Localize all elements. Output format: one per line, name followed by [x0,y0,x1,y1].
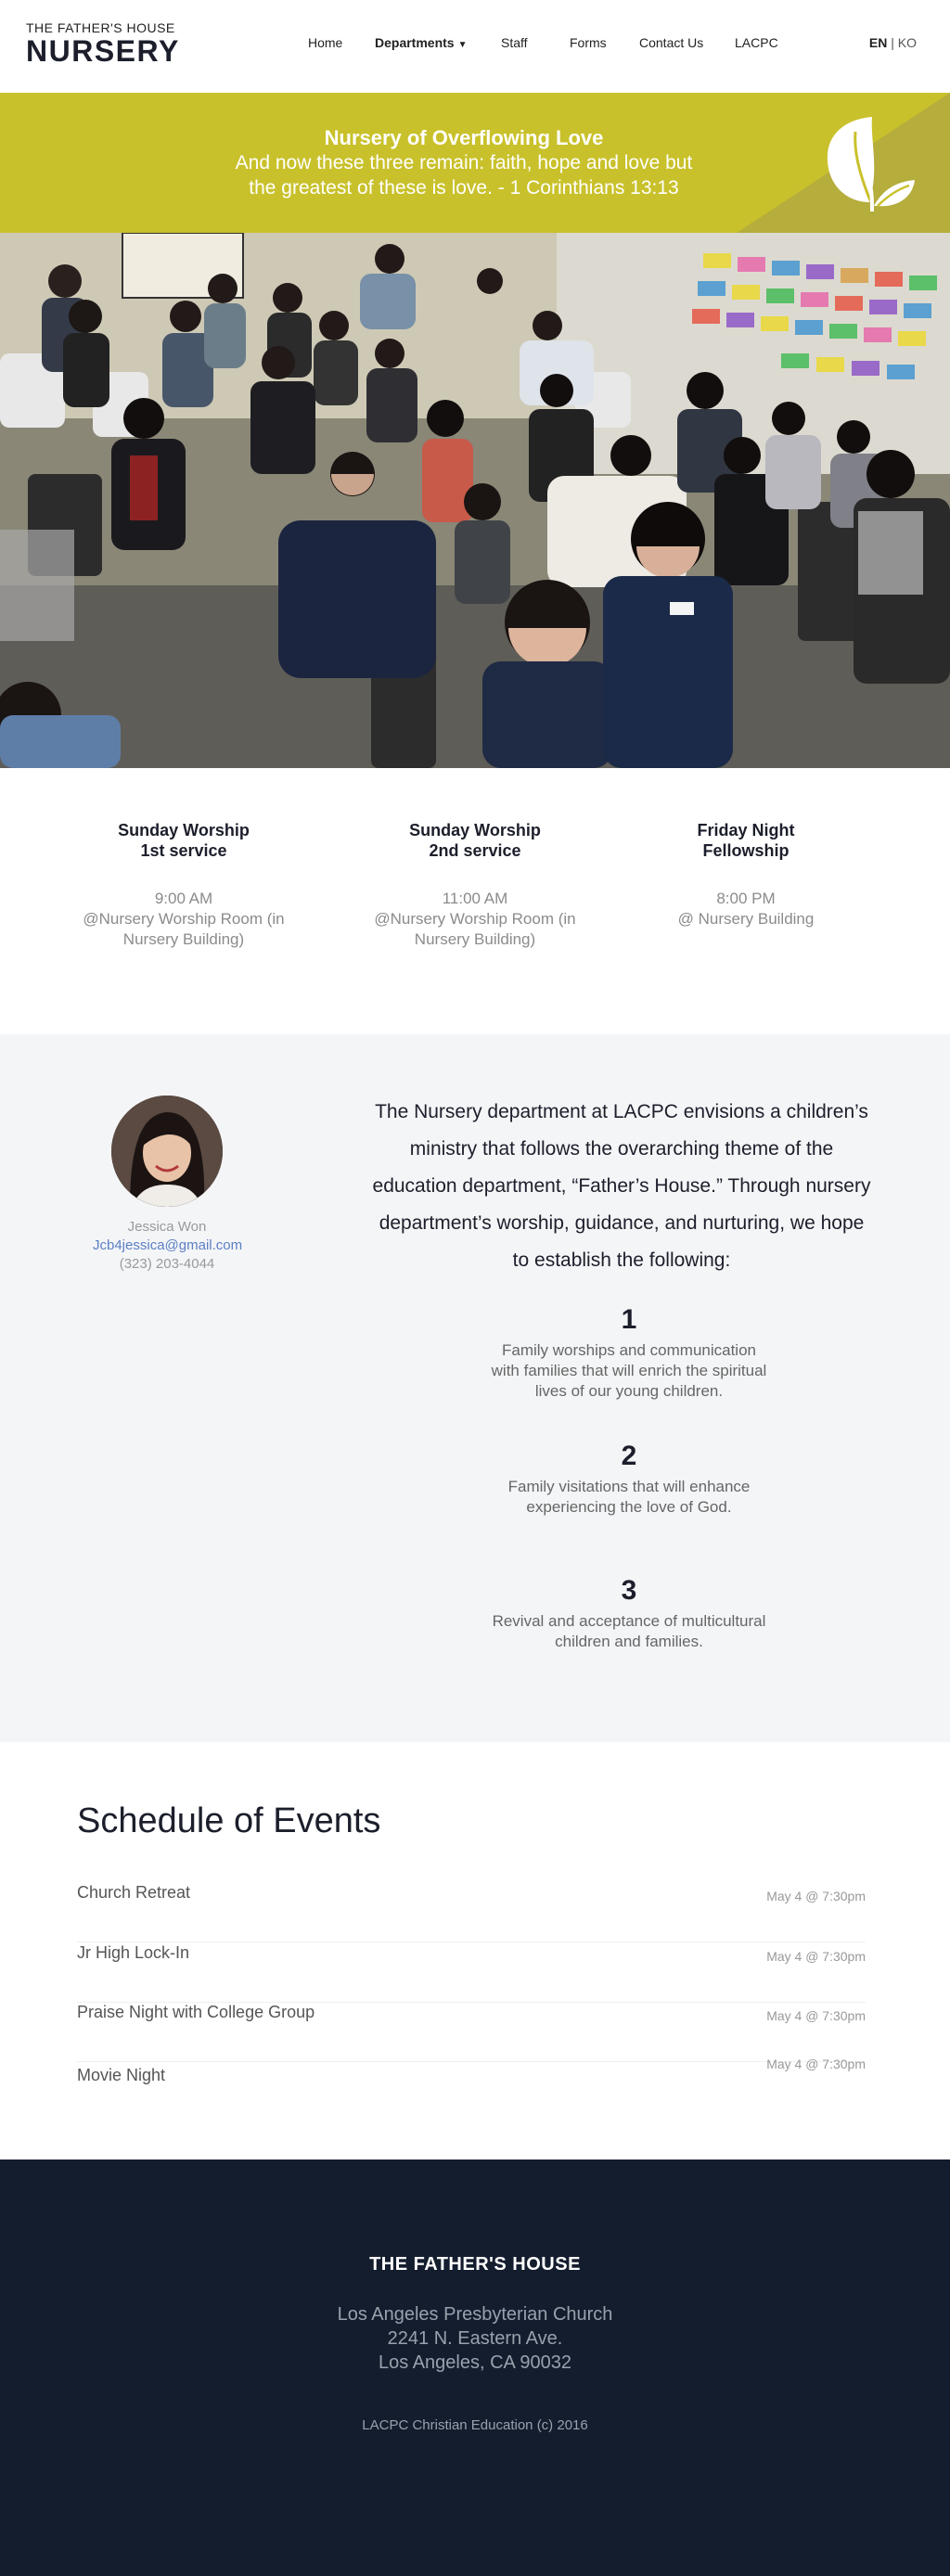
hero-banner: Nursery of Overflowing Love And now thes… [0,93,950,233]
vision-intro-line: department’s worship, guidance, and nurt… [379,1212,865,1234]
service-location: @ Nursery Building [677,910,815,928]
vision-point-line: lives of our young children. [534,1382,724,1400]
vision-point: 3 Revival and acceptance of multicultura… [464,1574,794,1652]
vision-point-text: Family worships and communication with f… [464,1340,794,1402]
vision-intro-line: ministry that follows the overarching th… [409,1138,834,1160]
staff-phone: (323) 203-4044 [119,1256,215,1272]
footer-address-line: 2241 N. Eastern Ave. [387,2328,563,2349]
service-subtitle: 2nd service [429,841,521,860]
vision-point-line: Family worships and communication [502,1341,756,1359]
service-title: Sunday Worship [409,821,541,839]
avatar-photo [111,1096,223,1207]
service-location: @Nursery Worship Room (in [374,910,576,928]
vision-point-line: Family visitations that will enhance [507,1478,751,1495]
footer-title: THE FATHER'S HOUSE [369,2254,581,2275]
nav-contact-us[interactable]: Contact Us [639,35,703,50]
leaf-icon [827,117,915,212]
main-nav: Home Departments ▼ Staff Forms Contact Us… [0,35,950,58]
vision-point-number: 1 [621,1304,637,1335]
banner-text: Nursery of Overflowing Love And now thes… [0,126,928,200]
footer-copyright: LACPC Christian Education (c) 2016 [362,2417,588,2433]
event-name: Jr High Lock-In [77,1943,190,1962]
vision-point-line: children and families. [555,1633,703,1650]
banner-verse-line1: And now these three remain: faith, hope … [235,152,693,173]
schedule-section: Schedule of Events Church Retreat May 4 … [0,1742,950,2159]
lang-ko[interactable]: KO [898,35,917,50]
lang-en[interactable]: EN [869,35,887,50]
service-location: @Nursery Worship Room (in [83,910,285,928]
staff-email-link[interactable]: Jcb4jessica@gmail.com [93,1237,242,1255]
event-date: May 4 @ 7:30pm [766,1889,866,1903]
service-title: Friday Night [697,821,795,839]
vision-point-text: Family visitations that will enhance exp… [464,1477,794,1518]
vision-point-line: Revival and acceptance of multicultural [492,1612,766,1630]
service-time: 9:00 AM [154,890,213,907]
vision-point: 1 Family worships and communication with… [464,1303,794,1402]
nav-lacpc[interactable]: LACPC [735,35,778,50]
site-footer: THE FATHER'S HOUSE Los Angeles Presbyter… [0,2159,950,2576]
service-subtitle: Fellowship [702,841,790,860]
vision-intro-line: to establish the following: [512,1250,731,1271]
vision-point-line: with families that will enrich the spiri… [491,1362,767,1379]
event-row[interactable]: Jr High Lock-In May 4 @ 7:30pm [77,1943,866,2003]
vision-point-text: Revival and acceptance of multicultural … [464,1611,794,1652]
vision-intro: The Nursery department at LACPC envision… [343,1094,900,1279]
event-name: Praise Night with College Group [77,2003,315,2021]
vision-point-number: 3 [621,1575,637,1606]
vision-section: Jessica Won Jcb4jessica@gmail.com (323) … [0,1034,950,1742]
nav-home[interactable]: Home [308,35,342,50]
group-photo-image [0,233,950,768]
avatar [111,1096,223,1207]
service-card: Sunday Worship 1st service 9:00 AM @Nurs… [63,820,304,950]
caret-down-icon: ▼ [457,40,468,50]
service-location: Nursery Building) [122,930,245,948]
service-times: Sunday Worship 1st service 9:00 AM @Nurs… [0,768,950,1034]
event-date: May 4 @ 7:30pm [766,2008,866,2023]
vision-point-line: experiencing the love of God. [526,1498,732,1516]
site-header: THE FATHER'S HOUSE NURSERY Home Departme… [0,0,950,93]
footer-address-line: Los Angeles, CA 90032 [379,2352,571,2373]
event-row[interactable]: Church Retreat May 4 @ 7:30pm [77,1883,866,1942]
nav-staff[interactable]: Staff [501,35,528,50]
event-name: Church Retreat [77,1883,191,1902]
event-row[interactable]: Movie Night May 4 @ 7:30pm [77,2057,866,2121]
service-time: 11:00 AM [442,890,508,907]
footer-address: Los Angeles Presbyterian Church 2241 N. … [0,2302,950,2375]
banner-verse-line2: the greatest of these is love. - 1 Corin… [249,177,679,199]
service-subtitle: 1st service [140,841,227,860]
schedule-title: Schedule of Events [77,1801,381,1840]
staff-contact: Jessica Won Jcb4jessica@gmail.com (323) … [93,1096,242,1274]
service-card: Sunday Worship 2nd service 11:00 AM @Nur… [354,820,596,950]
lang-separator: | [891,35,894,50]
service-location: Nursery Building) [414,930,536,948]
service-title: Sunday Worship [118,821,250,839]
vision-point: 2 Family visitations that will enhance e… [464,1440,794,1518]
vision-intro-line: The Nursery department at LACPC envision… [375,1101,868,1122]
event-date: May 4 @ 7:30pm [766,1949,866,1964]
logo-subtitle: THE FATHER'S HOUSE [26,20,175,35]
group-photo [0,233,950,768]
event-date: May 4 @ 7:30pm [766,2057,866,2071]
nav-forms[interactable]: Forms [570,35,607,50]
vision-point-number: 2 [621,1441,637,1471]
footer-address-line: Los Angeles Presbyterian Church [337,2304,613,2325]
event-name: Movie Night [77,2066,166,2084]
staff-name: Jessica Won [127,1219,207,1235]
vision-intro-line: education department, “Father’s House.” … [372,1175,871,1197]
nav-departments[interactable]: Departments ▼ [375,35,468,50]
service-time: 8:00 PM [716,890,776,907]
service-card: Friday Night Fellowship 8:00 PM @ Nurser… [625,820,867,929]
nav-departments-label: Departments [375,35,455,50]
event-row[interactable]: Praise Night with College Group May 4 @ … [77,2003,866,2062]
banner-title: Nursery of Overflowing Love [324,126,604,149]
language-switcher: EN | KO [869,35,917,50]
